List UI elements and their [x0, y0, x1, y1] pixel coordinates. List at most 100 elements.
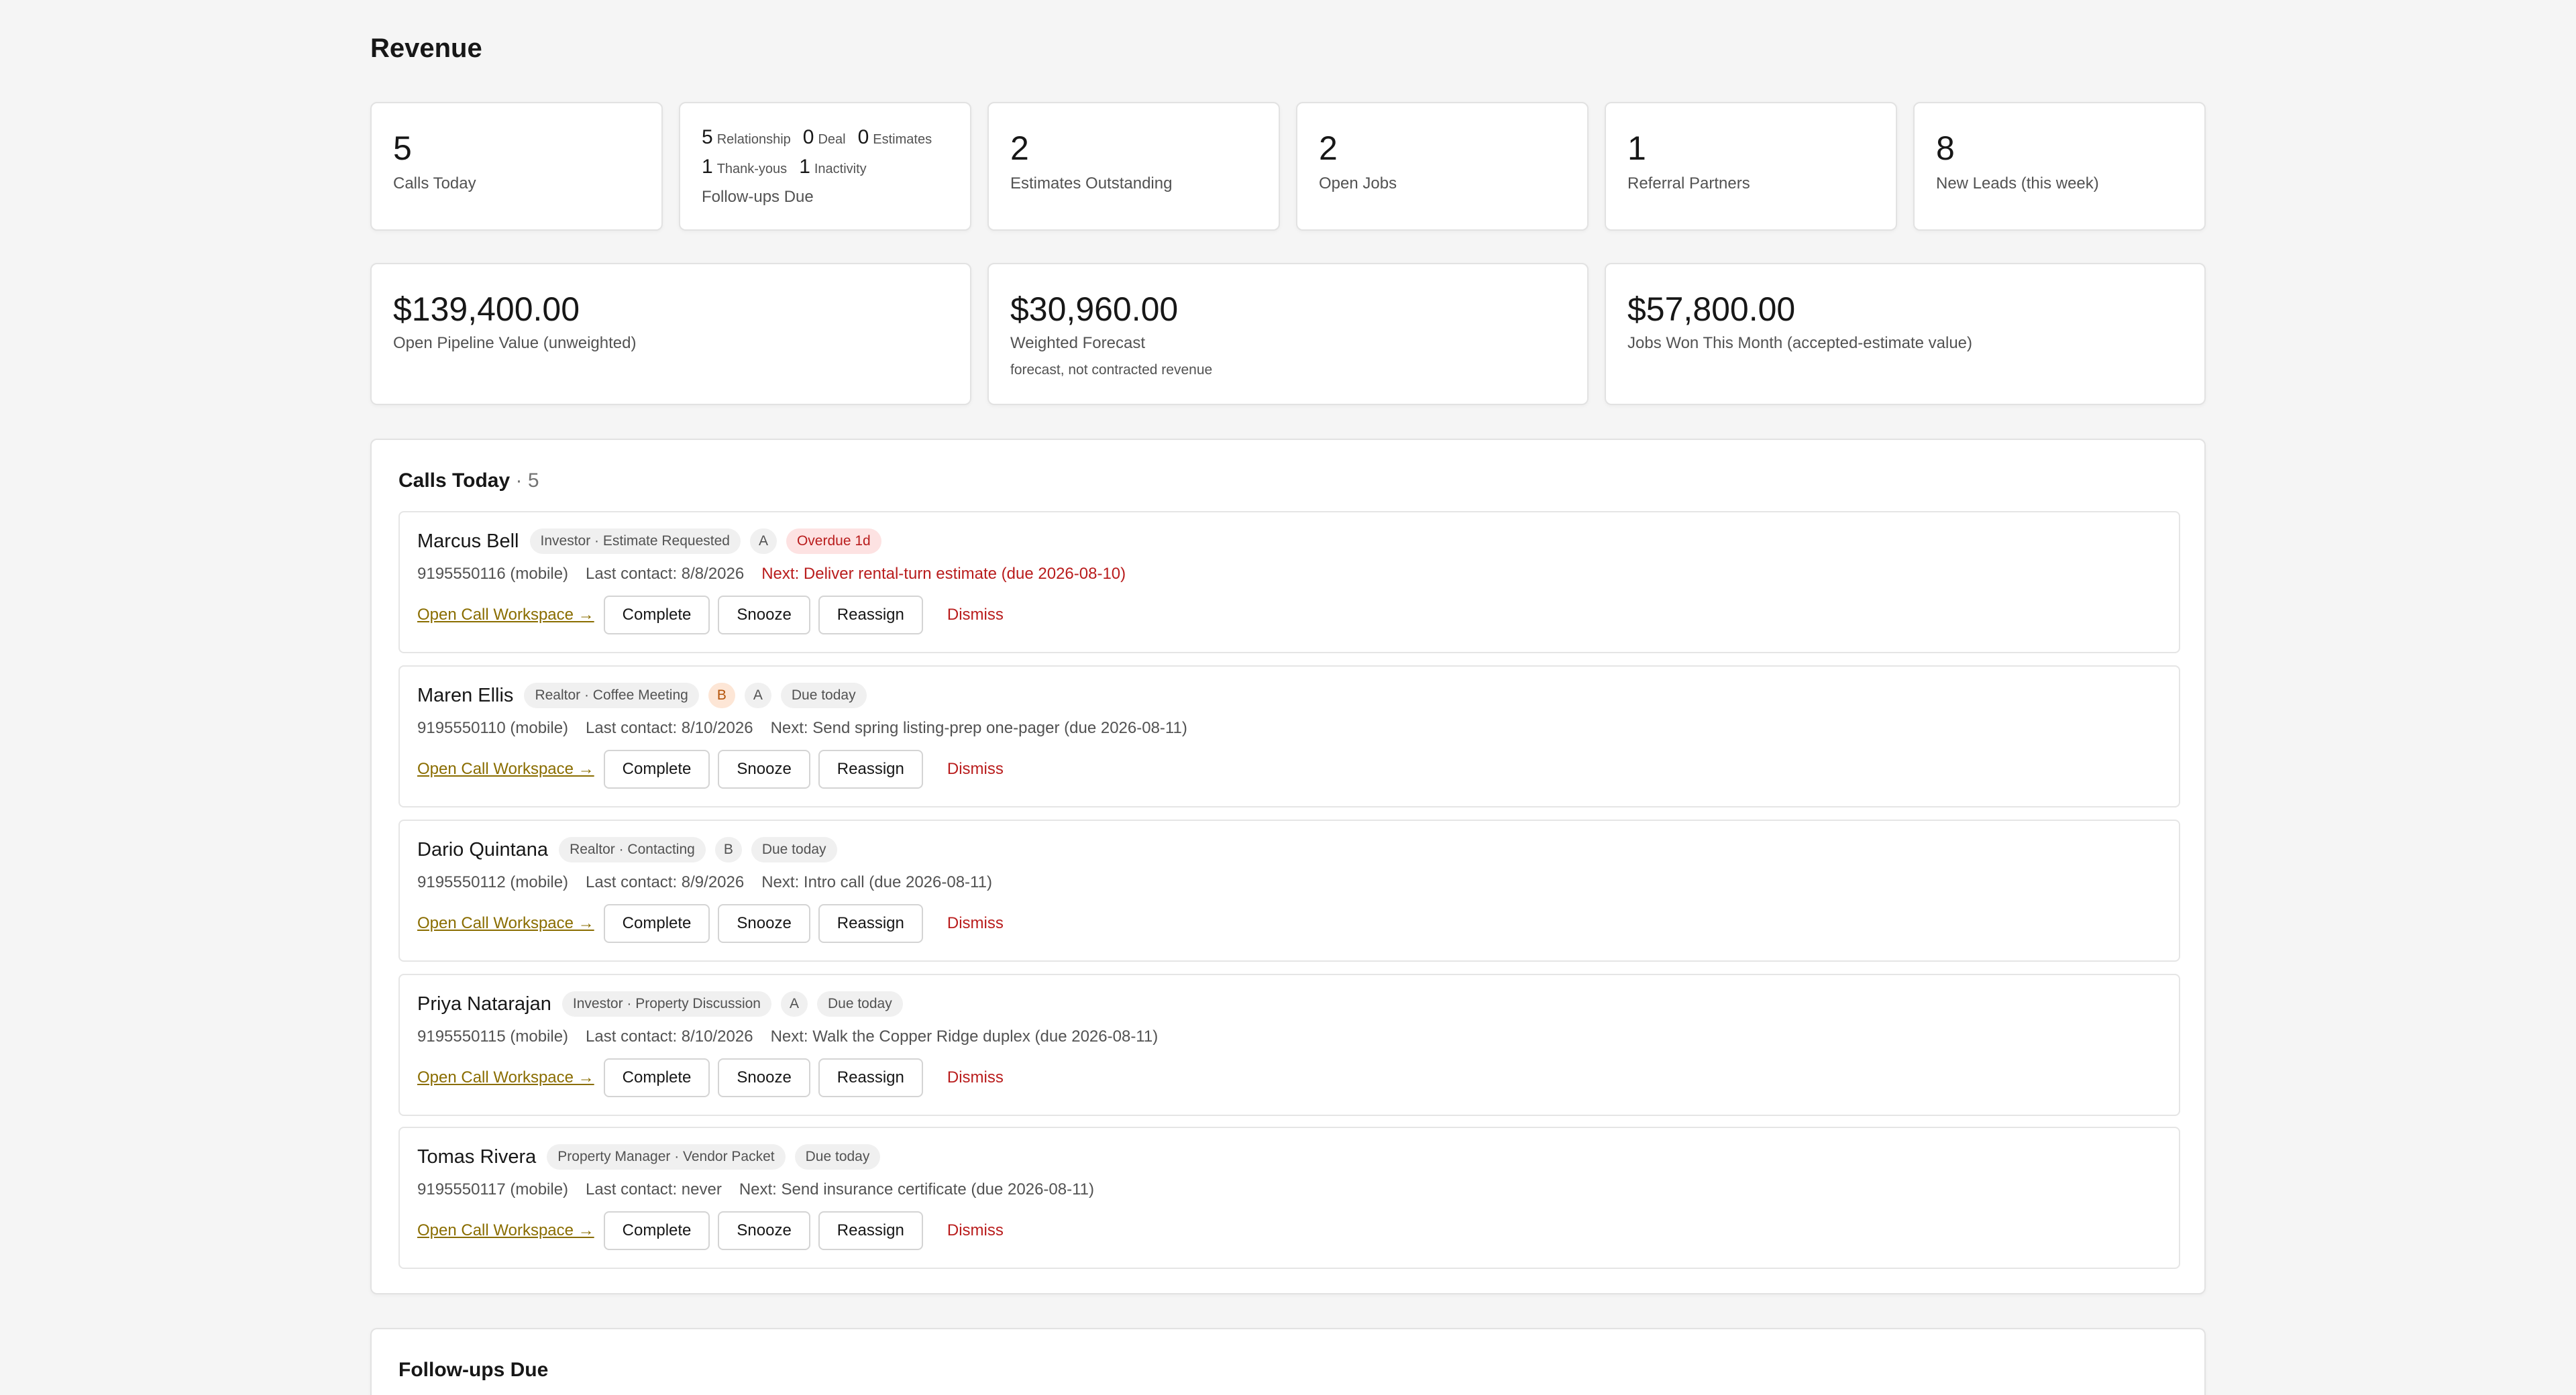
snooze-button[interactable]: Snooze — [718, 1058, 810, 1097]
stat-label: Calls Today — [393, 174, 476, 192]
stat-card-new-leads: 8 New Leads (this week) — [1913, 102, 2206, 231]
money-note: forecast, not contracted revenue — [1010, 362, 1213, 378]
dismiss-button[interactable]: Dismiss — [947, 1068, 1004, 1087]
call-item: Priya Natarajan Investor · Property Disc… — [398, 974, 2180, 1116]
last-contact: Last contact: 8/10/2026 — [586, 719, 753, 737]
call-item: Tomas Rivera Property Manager · Vendor P… — [398, 1127, 2180, 1269]
stat-value: 8 — [1936, 129, 1955, 167]
open-call-workspace-link[interactable]: Open Call Workspace → — [417, 606, 594, 624]
call-meta: 9195550115 (mobile) Last contact: 8/10/2… — [417, 1027, 1175, 1046]
stat-card-estimates-outstanding: 2 Estimates Outstanding — [987, 102, 1280, 231]
reassign-button[interactable]: Reassign — [818, 596, 923, 634]
stat-card-followups-due: 5 Relationship 0 Deal 0 Estimates 1 Than… — [679, 102, 971, 231]
dismiss-button[interactable]: Dismiss — [947, 914, 1004, 933]
open-call-workspace-link[interactable]: Open Call Workspace → — [417, 914, 594, 933]
call-meta: 9195550116 (mobile) Last contact: 8/8/20… — [417, 565, 1143, 583]
contact-type-tag: Investor · Estimate Requested — [529, 528, 741, 554]
followup-counts-row-2: 1 Thank-yous 1 Inactivity — [702, 156, 879, 178]
next-action: Next: Deliver rental-turn estimate (due … — [761, 565, 1126, 583]
followup-type-label: Deal — [818, 132, 846, 147]
call-item: Maren Ellis Realtor · Coffee Meeting B A… — [398, 665, 2180, 807]
stat-card-referral-partners: 1 Referral Partners — [1605, 102, 1897, 231]
call-meta: 9195550112 (mobile) Last contact: 8/9/20… — [417, 873, 1010, 892]
reassign-button[interactable]: Reassign — [818, 1211, 923, 1250]
call-actions: Open Call Workspace → Complete Snooze Re… — [417, 1058, 1004, 1097]
complete-button[interactable]: Complete — [603, 596, 710, 634]
grade-badge: A — [749, 528, 777, 554]
dismiss-button[interactable]: Dismiss — [947, 606, 1004, 624]
stat-card-calls-today: 5 Calls Today — [370, 102, 663, 231]
next-action: Next: Send insurance certificate (due 20… — [739, 1180, 1095, 1198]
followup-type-label: Thank-yous — [716, 162, 788, 176]
snooze-button[interactable]: Snooze — [718, 750, 810, 789]
call-header: Maren Ellis Realtor · Coffee Meeting B A… — [417, 683, 876, 708]
last-contact: Last contact: never — [586, 1180, 722, 1198]
followup-count: 0 — [857, 126, 869, 148]
open-call-workspace-link[interactable]: Open Call Workspace → — [417, 1068, 594, 1087]
stat-label: Open Jobs — [1319, 174, 1397, 192]
section-title: Calls Today · 5 — [398, 469, 539, 492]
dismiss-button[interactable]: Dismiss — [947, 760, 1004, 779]
stat-label: Referral Partners — [1627, 174, 1750, 192]
next-action: Next: Send spring listing-prep one-pager… — [770, 719, 1187, 737]
open-call-workspace-link[interactable]: Open Call Workspace → — [417, 1221, 594, 1240]
open-call-workspace-link[interactable]: Open Call Workspace → — [417, 760, 594, 779]
next-action: Next: Walk the Copper Ridge duplex (due … — [770, 1027, 1159, 1046]
money-card-weighted-forecast: $30,960.00 Weighted Forecast forecast, n… — [987, 263, 1589, 405]
complete-button[interactable]: Complete — [603, 1058, 710, 1097]
section-title-text: Calls Today — [398, 469, 511, 492]
stat-value: 1 — [1627, 129, 1646, 167]
call-item: Dario Quintana Realtor · Contacting B Du… — [398, 820, 2180, 962]
grade-badge: B — [708, 683, 735, 708]
stat-value: 5 — [393, 129, 412, 167]
phone-number: 9195550116 (mobile) — [417, 565, 569, 583]
stat-label: New Leads (this week) — [1936, 174, 2099, 192]
section-title: Follow-ups Due — [398, 1359, 549, 1381]
call-actions: Open Call Workspace → Complete Snooze Re… — [417, 596, 1004, 634]
contact-type-tag: Realtor · Contacting — [559, 837, 706, 862]
phone-number: 9195550115 (mobile) — [417, 1027, 569, 1046]
status-badge: Due today — [816, 991, 903, 1017]
dismiss-button[interactable]: Dismiss — [947, 1221, 1004, 1240]
reassign-button[interactable]: Reassign — [818, 750, 923, 789]
last-contact: Last contact: 8/10/2026 — [586, 1027, 753, 1046]
next-action: Next: Intro call (due 2026-08-11) — [761, 873, 992, 891]
followup-type-label: Relationship — [716, 132, 791, 147]
money-card-jobs-won: $57,800.00 Jobs Won This Month (accepted… — [1605, 263, 2206, 405]
stat-value: 2 — [1010, 129, 1029, 167]
status-badge: Due today — [780, 683, 867, 708]
money-label: Open Pipeline Value (unweighted) — [393, 334, 637, 352]
phone-number: 9195550110 (mobile) — [417, 719, 569, 737]
call-item: Marcus Bell Investor · Estimate Requeste… — [398, 511, 2180, 653]
contact-name: Maren Ellis — [417, 684, 514, 706]
section-count: · 5 — [515, 469, 539, 492]
last-contact: Last contact: 8/9/2026 — [586, 873, 745, 891]
stat-value: 2 — [1319, 129, 1338, 167]
money-label: Jobs Won This Month (accepted-estimate v… — [1627, 334, 1973, 352]
followup-count: 0 — [802, 126, 814, 148]
complete-button[interactable]: Complete — [603, 1211, 710, 1250]
phone-number: 9195550112 (mobile) — [417, 873, 569, 891]
complete-button[interactable]: Complete — [603, 904, 710, 943]
grade-badge: B — [714, 837, 742, 862]
snooze-button[interactable]: Snooze — [718, 596, 810, 634]
grade-badge: A — [780, 991, 808, 1017]
call-actions: Open Call Workspace → Complete Snooze Re… — [417, 750, 1004, 789]
phone-number: 9195550117 (mobile) — [417, 1180, 569, 1198]
snooze-button[interactable]: Snooze — [718, 1211, 810, 1250]
call-meta: 9195550117 (mobile) Last contact: never … — [417, 1180, 1112, 1199]
contact-name: Dario Quintana — [417, 838, 549, 860]
contact-name: Priya Natarajan — [417, 993, 551, 1015]
reassign-button[interactable]: Reassign — [818, 1058, 923, 1097]
contact-name: Marcus Bell — [417, 530, 519, 552]
snooze-button[interactable]: Snooze — [718, 904, 810, 943]
complete-button[interactable]: Complete — [603, 750, 710, 789]
contact-name: Tomas Rivera — [417, 1146, 537, 1168]
status-badge: Overdue 1d — [786, 528, 881, 554]
contact-type-tag: Investor · Property Discussion — [561, 991, 771, 1017]
reassign-button[interactable]: Reassign — [818, 904, 923, 943]
status-badge: Due today — [794, 1144, 881, 1170]
followups-due-section: Follow-ups Due — [370, 1328, 2206, 1395]
call-actions: Open Call Workspace → Complete Snooze Re… — [417, 1211, 1004, 1250]
stat-label: Estimates Outstanding — [1010, 174, 1173, 192]
